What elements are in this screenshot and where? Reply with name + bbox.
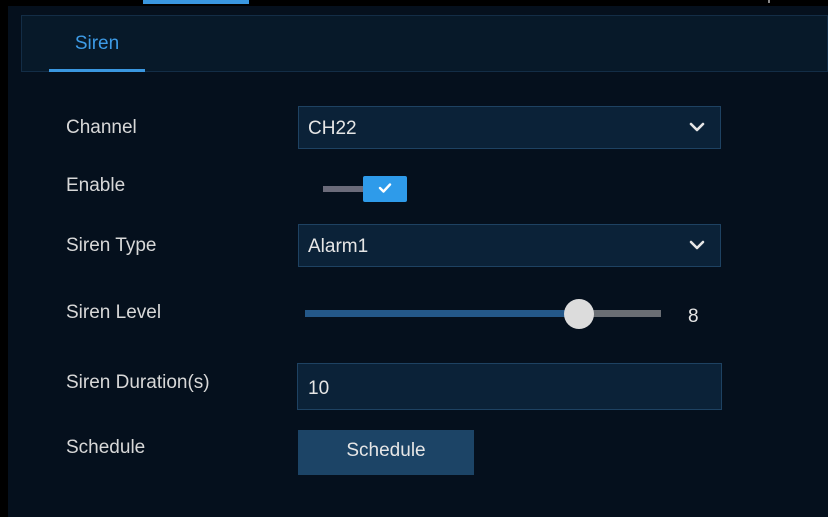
enable-label: Enable (66, 175, 126, 196)
check-icon (378, 183, 392, 193)
siren-level-slider[interactable] (305, 298, 661, 330)
channel-select[interactable]: CH22 (298, 106, 721, 149)
chevron-down-icon (689, 122, 705, 132)
siren-duration-value: 10 (308, 378, 330, 399)
tab-bar: Siren (21, 15, 828, 72)
schedule-button[interactable]: Schedule (298, 430, 474, 475)
siren-settings-panel: Siren Channel CH22 Enable Siren Type Ala… (8, 6, 828, 517)
siren-level-fill (305, 310, 579, 317)
siren-duration-label: Siren Duration(s) (66, 372, 210, 393)
enable-toggle[interactable] (323, 176, 407, 202)
tab-active-underline (49, 69, 145, 72)
tab-siren-label: Siren (74, 33, 120, 54)
siren-type-select-value: Alarm1 (308, 236, 369, 257)
screen: Siren Channel CH22 Enable Siren Type Ala… (0, 0, 828, 517)
siren-level-label: Siren Level (66, 302, 162, 323)
siren-level-value: 8 (688, 306, 699, 327)
channel-select-value: CH22 (308, 118, 357, 139)
chevron-down-icon (689, 240, 705, 250)
tab-siren[interactable]: Siren (49, 16, 145, 72)
top-corner-mark (768, 0, 770, 3)
top-nav-indicator (143, 0, 249, 4)
schedule-label: Schedule (66, 437, 146, 458)
schedule-button-label: Schedule (346, 440, 426, 461)
siren-type-label: Siren Type (66, 235, 157, 256)
siren-type-select[interactable]: Alarm1 (298, 224, 721, 267)
siren-duration-input[interactable]: 10 (297, 363, 722, 410)
channel-label: Channel (66, 117, 137, 138)
enable-toggle-knob (363, 176, 407, 202)
siren-level-thumb[interactable] (564, 299, 594, 329)
